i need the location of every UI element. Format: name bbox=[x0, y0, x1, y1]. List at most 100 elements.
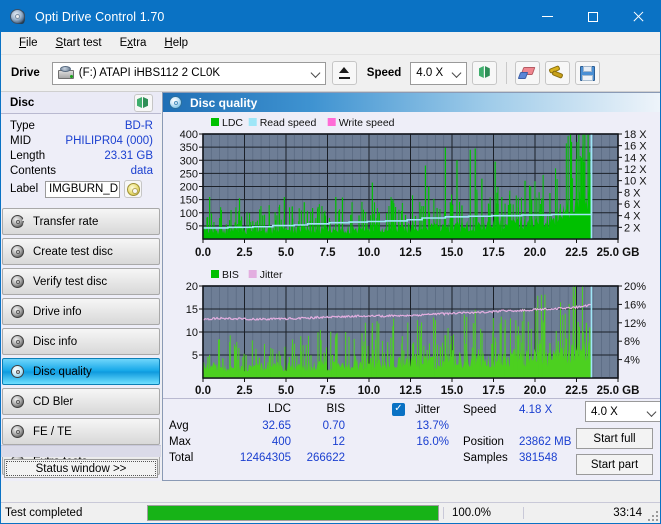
sidebar-item-disc-quality[interactable]: Disc quality bbox=[2, 358, 160, 385]
svg-text:7.5: 7.5 bbox=[320, 247, 337, 259]
sidebar-item-label: Verify test disc bbox=[33, 275, 108, 288]
svg-text:2 X: 2 X bbox=[624, 222, 641, 234]
stats-speed-value: 4.18 X bbox=[519, 404, 553, 416]
disc-label-icon-button[interactable] bbox=[124, 180, 142, 198]
svg-text:10: 10 bbox=[186, 327, 198, 339]
speed-select-value: 4.0 X bbox=[416, 67, 444, 79]
stats-samples-value: 381548 bbox=[519, 452, 558, 464]
svg-text:22.5: 22.5 bbox=[565, 247, 588, 259]
sidebar-item-drive-info[interactable]: Drive info bbox=[2, 298, 160, 325]
svg-text:Jitter: Jitter bbox=[260, 269, 283, 281]
svg-text:17.5: 17.5 bbox=[482, 247, 505, 259]
eject-button[interactable] bbox=[331, 61, 357, 85]
window-title: Opti Drive Control 1.70 bbox=[35, 9, 165, 24]
disc-quality-icon bbox=[169, 95, 183, 110]
sidebar-item-cd-bler[interactable]: CD Bler bbox=[2, 388, 160, 415]
disc-icon bbox=[10, 304, 26, 320]
panel-divider bbox=[1, 445, 161, 457]
svg-text:20%: 20% bbox=[624, 281, 646, 293]
chart-bis-jitter: BIS Jitter 5 10 15 20 4% 8% 12% 16% 20% 0.0 2.5 5.0 7.… bbox=[163, 264, 660, 400]
jitter-checkbox[interactable]: ✓ bbox=[392, 402, 405, 416]
disc-icon bbox=[10, 424, 26, 440]
svg-text:2.5: 2.5 bbox=[237, 385, 254, 397]
chevron-down-icon bbox=[648, 407, 657, 416]
close-button[interactable] bbox=[615, 1, 660, 32]
menu-help[interactable]: Help bbox=[155, 35, 197, 51]
chevron-down-icon bbox=[312, 69, 321, 78]
progress-bar bbox=[147, 505, 439, 521]
svg-text:5.0: 5.0 bbox=[278, 385, 294, 397]
disc-refresh-button[interactable] bbox=[134, 94, 153, 112]
resize-grip[interactable] bbox=[646, 509, 658, 521]
save-button[interactable] bbox=[575, 61, 601, 85]
menu-start-test[interactable]: Start test bbox=[47, 35, 111, 51]
refresh-button[interactable] bbox=[472, 61, 498, 85]
start-part-button[interactable]: Start part bbox=[576, 454, 653, 475]
progress-percent: 100.0% bbox=[443, 507, 523, 519]
tools-button[interactable] bbox=[545, 61, 571, 85]
sidebar-item-create-test-disc[interactable]: Create test disc bbox=[2, 238, 160, 265]
disc-label-row: Label IMGBURN_DIS bbox=[10, 180, 153, 198]
disc-panel-header: Disc bbox=[1, 92, 161, 114]
svg-text:12 X: 12 X bbox=[624, 164, 647, 176]
sidebar-item-label: Drive info bbox=[33, 305, 82, 318]
svg-text:20.0: 20.0 bbox=[524, 385, 546, 397]
eject-icon bbox=[337, 66, 351, 80]
svg-text:10 X: 10 X bbox=[624, 176, 647, 188]
menu-file[interactable]: File bbox=[10, 35, 47, 51]
svg-text:0.0: 0.0 bbox=[195, 247, 211, 259]
erase-button[interactable] bbox=[515, 61, 541, 85]
drive-select-value: (F:) ATAPI iHBS112 2 CL0K bbox=[78, 67, 221, 79]
sidebar-item-fe-te[interactable]: FE / TE bbox=[2, 418, 160, 445]
svg-text:10.0: 10.0 bbox=[358, 385, 380, 397]
svg-text:15.0: 15.0 bbox=[441, 247, 463, 259]
app-disc-icon bbox=[9, 8, 27, 26]
stats-row-label-max: Max bbox=[169, 436, 191, 448]
drive-icon bbox=[57, 66, 74, 80]
svg-text:200: 200 bbox=[180, 182, 198, 194]
disc-type-value: BD-R bbox=[124, 119, 153, 132]
disc-length-value: 23.31 GB bbox=[104, 149, 153, 162]
speed-select[interactable]: 4.0 X bbox=[410, 61, 468, 85]
minimize-button[interactable] bbox=[525, 1, 570, 32]
svg-text:5: 5 bbox=[192, 350, 198, 362]
nav-list: Transfer rate Create test disc Verify te… bbox=[1, 208, 161, 475]
toolbar: Drive (F:) ATAPI iHBS112 2 CL0K Speed 4.… bbox=[1, 55, 660, 92]
drive-select[interactable]: (F:) ATAPI iHBS112 2 CL0K bbox=[51, 61, 326, 85]
svg-text:LDC: LDC bbox=[222, 117, 243, 129]
disc-mid-value: PHILIPR04 (000) bbox=[65, 134, 153, 147]
maximize-button[interactable] bbox=[570, 1, 615, 32]
progress-bar-fill bbox=[148, 506, 438, 520]
disc-label-field[interactable]: IMGBURN_DIS bbox=[45, 180, 120, 198]
disc-contents-value: data bbox=[130, 164, 153, 177]
stats-total-bis: 266622 bbox=[306, 452, 345, 464]
disc-icon bbox=[10, 244, 26, 260]
svg-text:250: 250 bbox=[180, 168, 198, 180]
disc-icon bbox=[10, 394, 26, 410]
tools-icon bbox=[548, 65, 566, 80]
sidebar-item-disc-info[interactable]: Disc info bbox=[2, 328, 160, 355]
sidebar-item-transfer-rate[interactable]: Transfer rate bbox=[2, 208, 160, 235]
menu-file-label: ile bbox=[26, 37, 38, 49]
disc-info-row: Contents data bbox=[10, 163, 153, 178]
svg-text:25.0 GB: 25.0 GB bbox=[597, 385, 640, 397]
chart-ldc-svg: LDC Read speed Write speed 50100150200 25030… bbox=[180, 117, 648, 259]
stats-col-bis: BIS bbox=[326, 403, 345, 415]
svg-text:50: 50 bbox=[186, 221, 198, 233]
svg-text:15: 15 bbox=[186, 304, 198, 316]
svg-text:18 X: 18 X bbox=[624, 129, 647, 141]
start-full-button[interactable]: Start full bbox=[576, 428, 653, 449]
menu-extra[interactable]: Extra bbox=[111, 35, 156, 51]
svg-text:25.0 GB: 25.0 GB bbox=[597, 247, 640, 259]
refresh-icon bbox=[137, 97, 150, 109]
svg-text:6 X: 6 X bbox=[624, 199, 641, 211]
stats-total-ldc: 12464305 bbox=[239, 452, 291, 464]
sidebar-item-verify-test-disc[interactable]: Verify test disc bbox=[2, 268, 160, 295]
elapsed-time: 33:14 bbox=[523, 507, 660, 519]
status-window-button[interactable]: Status window >> bbox=[4, 459, 158, 478]
svg-text:17.5: 17.5 bbox=[482, 385, 505, 397]
test-speed-select[interactable]: 4.0 X bbox=[585, 401, 660, 422]
sidebar-item-label: CD Bler bbox=[33, 395, 74, 408]
speed-label: Speed bbox=[366, 67, 402, 79]
svg-text:16 X: 16 X bbox=[624, 141, 647, 153]
